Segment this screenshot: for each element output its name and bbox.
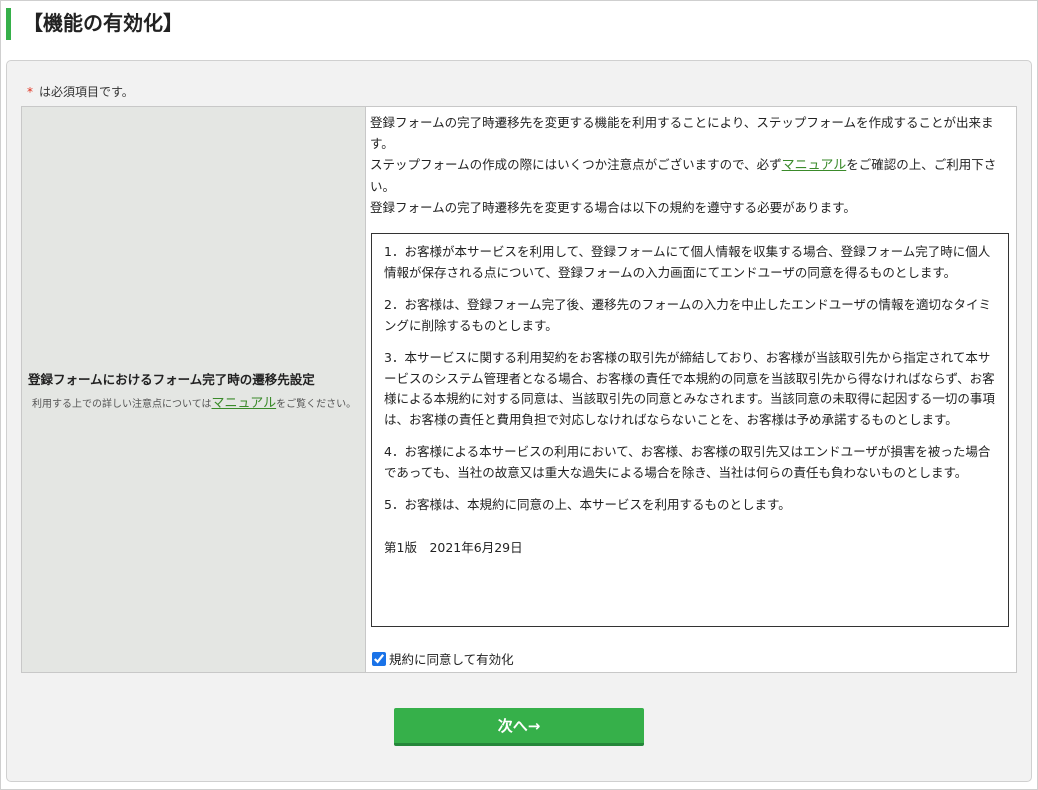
agree-option[interactable]: 規約に同意して有効化 xyxy=(372,649,514,668)
description: 登録フォームの完了時遷移先を変更する機能を利用することにより、ステップフォームを… xyxy=(370,112,1012,218)
manual-link-description[interactable]: マニュアル xyxy=(782,158,847,173)
agree-label: 規約に同意して有効化 xyxy=(389,652,514,667)
form-panel: * は必須項目です。 登録フォームにおけるフォーム完了時の遷移先設定 利用する上で… xyxy=(6,60,1032,782)
manual-link-label[interactable]: マニュアル xyxy=(212,396,277,411)
field-help-text-after: をご覧ください。 xyxy=(276,398,357,410)
required-note: * は必須項目です。 xyxy=(27,83,134,100)
description-line-2-before: ステップフォームの作成の際にはいくつか注意点がございますので、必ず xyxy=(370,157,782,172)
agree-checkbox[interactable] xyxy=(372,651,386,666)
page-title: 【機能の有効化】 xyxy=(23,11,183,35)
title-bar: 【機能の有効化】 xyxy=(6,8,406,40)
terms-item-3: 3．本サービスに関する利用契約をお客様の取引先が締結しており、お客様が当該取引先… xyxy=(384,350,995,427)
form-table: 登録フォームにおけるフォーム完了時の遷移先設定 利用する上での詳しい注意点につい… xyxy=(21,106,1017,673)
value-cell: 登録フォームの完了時遷移先を変更する機能を利用することにより、ステップフォームを… xyxy=(366,107,1016,672)
label-cell: 登録フォームにおけるフォーム完了時の遷移先設定 利用する上での詳しい注意点につい… xyxy=(22,107,366,672)
required-star-icon: * xyxy=(27,85,33,99)
description-line-3: 登録フォームの完了時遷移先を変更する場合は以下の規約を遵守する必要があります。 xyxy=(370,200,856,215)
terms-item-5: 5．お客様は、本規約に同意の上、本サービスを利用するものとします。 xyxy=(384,497,791,512)
terms-version: 第1版 2021年6月29日 xyxy=(384,539,523,555)
description-line-1: 登録フォームの完了時遷移先を変更する機能を利用することにより、ステップフォームを… xyxy=(370,115,994,151)
field-label: 登録フォームにおけるフォーム完了時の遷移先設定 xyxy=(28,371,315,387)
next-button[interactable]: 次へ→ xyxy=(394,708,644,746)
terms-item-2: 2．お客様は、登録フォーム完了後、遷移先のフォームの入力を中止したエンドユーザの… xyxy=(384,297,991,333)
terms-box[interactable]: 1．お客様が本サービスを利用して、登録フォームにて個人情報を収集する場合、登録フ… xyxy=(371,233,1009,627)
field-help: 利用する上での詳しい注意点についてはマニュアルをご覧ください。 xyxy=(28,392,365,411)
terms-item-1: 1．お客様が本サービスを利用して、登録フォームにて個人情報を収集する場合、登録フ… xyxy=(384,244,991,280)
terms-item-4: 4．お客様による本サービスの利用において、お客様、お客様の取引先又はエンドユーザ… xyxy=(384,444,991,480)
field-help-text-before: 利用する上での詳しい注意点については xyxy=(32,398,212,410)
required-text: は必須項目です。 xyxy=(39,85,134,99)
